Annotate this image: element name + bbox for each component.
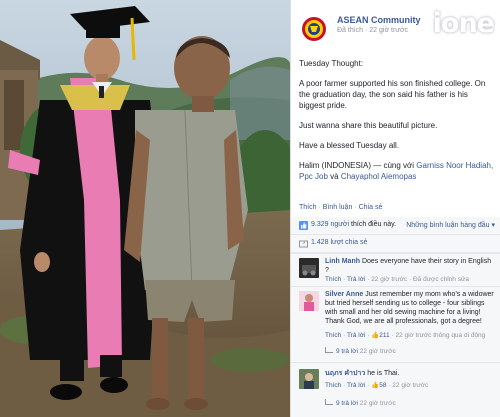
comment-author[interactable]: Linh Manh [325,258,360,265]
post-stats: 9.329 người thích điều này. Những bình l… [291,217,500,253]
post-photo[interactable] [0,0,290,417]
comment-like-button[interactable]: Thích [325,382,341,389]
separator: · [318,204,321,211]
likes-row: 9.329 người thích điều này. Những bình l… [291,217,500,235]
comment-likes-count[interactable]: 👍211 [371,332,389,339]
separator: · [354,204,357,211]
likes-text: thích điều này. [349,221,397,228]
replies-time: 22 giờ trước [359,348,396,355]
comment-item: Linh Manh Does everyone have their story… [291,253,500,286]
comment-meta: Thích · Trả lời · 👍58 · 22 giờ trước [325,382,429,389]
post-paragraph-2: Just wanna share this beautiful picture. [299,121,438,130]
shares-count-link[interactable]: 1.428 lượt chia sẻ [311,239,367,246]
replies-link[interactable]: 9 trả lời 22 giờ trước [325,347,396,355]
asean-logo-icon[interactable] [299,14,329,44]
replies-count[interactable]: 9 trả lời [336,348,358,355]
comment-text: he is Thai. [365,370,400,377]
comment-sort-dropdown[interactable]: Những bình luận hàng đầu ▾ [406,221,495,229]
comment-body: Linh Manh Does everyone have their story… [325,257,495,275]
avatar[interactable] [299,369,319,389]
reply-arrow-icon [325,347,333,353]
comment-time[interactable]: 22 giờ trước [392,382,428,389]
post-title: Tuesday Thought: [299,59,364,68]
reply-arrow-icon [325,399,333,405]
replies-link[interactable]: 9 trả lời 22 giờ trước [325,399,396,407]
post-tag-line: Halim (INDONESIA) — cùng với Garniss Noo… [299,160,495,182]
replies-time: 22 giờ trước [359,400,396,407]
post-actions: Thích · Bình luận · Chia sẻ [299,204,382,211]
comment-body: นฤภร คำปาว he is Thai. [325,369,495,378]
graduation-photo [0,0,290,417]
like-button[interactable]: Thích [299,204,317,211]
comment-time[interactable]: 22 giờ trước thông qua di động [395,332,485,339]
post-header: ASEAN Community Đã thích · 22 giờ trước … [291,0,500,44]
tag-author[interactable]: Halim (INDONESIA) [299,161,371,170]
comment-like-button[interactable]: Thích [325,332,341,339]
comment-meta: Thích · Trả lời · 22 giờ trước · Đã được… [325,276,469,283]
post-meta: Đã thích · 22 giờ trước [337,27,409,34]
share-button[interactable]: Chia sẻ [359,204,383,211]
comment-button[interactable]: Bình luận [323,204,353,211]
tag-last-person[interactable]: Chayaphol Aiemopas [341,172,417,181]
shares-row: 1.428 lượt chia sẻ [291,235,500,253]
comment-time[interactable]: 22 giờ trước [371,276,407,283]
comment-likes-count[interactable]: 👍58 [371,382,386,389]
comment-author[interactable]: Silver Anne [325,291,363,298]
comment-like-button[interactable]: Thích [325,276,341,283]
comment-reply-button[interactable]: Trả lời [347,332,365,339]
share-icon [299,240,308,248]
comment-item: Silver Anne Just remember my mom who's a… [291,286,500,362]
comment-author[interactable]: นฤภร คำปาว [325,370,365,377]
comment-reply-button[interactable]: Trả lời [347,276,365,283]
tag-and: và [327,172,341,181]
post-text: Tuesday Thought: A poor farmer supported… [299,58,495,191]
comment-reply-button[interactable]: Trả lời [347,382,365,389]
replies-count[interactable]: 9 trả lời [336,400,358,407]
post-paragraph-3: Have a blessed Tuesday all. [299,141,400,150]
likes-count-link[interactable]: 9.329 người [311,221,349,228]
comment-edited[interactable]: Đã được chỉnh sửa [413,276,469,283]
comment-body: Silver Anne Just remember my mom who's a… [325,290,495,326]
thumbs-up-icon [299,221,308,230]
page-name[interactable]: ASEAN Community [337,15,421,25]
post-paragraph-1: A poor farmer supported his son finished… [299,79,486,110]
comment-item: นฤภร คำปาว he is Thai. Thích · Trả lời ·… [291,362,500,417]
avatar[interactable] [299,258,319,278]
tag-with: — cùng với [371,161,417,170]
avatar[interactable] [299,291,319,311]
comment-meta: Thích · Trả lời · 👍211 · 22 giờ trước th… [325,332,486,339]
ione-watermark: ione [432,8,495,39]
facebook-post-panel: ASEAN Community Đã thích · 22 giờ trước … [290,0,500,417]
